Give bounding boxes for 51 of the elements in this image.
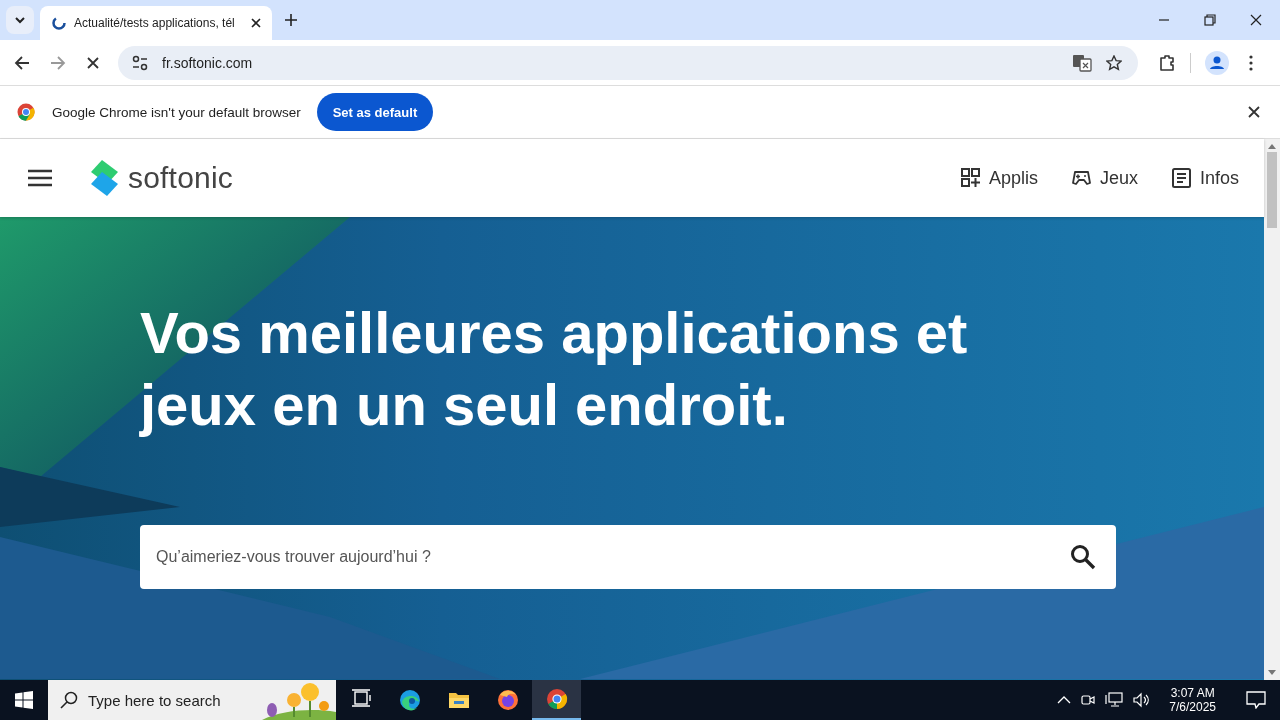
tab-title: Actualité/tests applications, tél [74, 16, 236, 30]
camera-icon[interactable] [1081, 692, 1096, 708]
firefox-browser-icon [496, 689, 519, 711]
address-bar[interactable]: fr.softonic.com [118, 45, 1138, 80]
hero-headline: Vos meilleures applications et jeux en un seul endroit. [140, 299, 969, 439]
nav-link[interactable]: Applis [960, 167, 1038, 189]
browser-tab[interactable]: Actualité/tests applications, tél [40, 6, 272, 40]
search-icon[interactable] [1070, 544, 1096, 570]
forward-icon [50, 54, 66, 71]
gamepad-icon [1071, 168, 1092, 188]
address-text: fr.softonic.com [162, 54, 253, 71]
profile-icon[interactable] [1205, 50, 1229, 75]
search-field[interactable]: Qu’aimeriez-vous trouver aujourd’hui ? [140, 525, 1116, 589]
chrome-logo-icon [17, 103, 35, 121]
search-icon [60, 691, 78, 709]
chrome-browser-icon [545, 688, 568, 710]
scroll-up-icon[interactable] [1268, 143, 1276, 149]
loading-icon [52, 16, 66, 30]
new-tab-icon[interactable] [284, 13, 298, 27]
apps-grid-icon [960, 168, 981, 188]
clock[interactable]: 3:07 AM 7/6/2025 [1169, 686, 1216, 714]
nav-link[interactable]: Infos [1171, 167, 1239, 189]
scrollbar[interactable] [1264, 139, 1280, 680]
infobar-message: Google Chrome isn't your default browser [52, 104, 301, 120]
menu-icon[interactable] [27, 169, 53, 187]
scrollbar-thumb[interactable] [1267, 152, 1277, 228]
translate-icon[interactable] [1072, 53, 1092, 72]
tab-list-icon[interactable] [6, 6, 34, 34]
extensions-icon[interactable] [1158, 53, 1176, 72]
taskbar-search-field[interactable]: Type here to search [48, 680, 336, 720]
close-icon[interactable] [1248, 106, 1260, 118]
network-icon[interactable] [1105, 692, 1124, 708]
bookmark-star-icon[interactable] [1106, 54, 1122, 71]
close-icon[interactable] [1250, 14, 1262, 26]
restore-icon[interactable] [1204, 14, 1216, 26]
edge-browser-icon [398, 689, 421, 711]
logo-text[interactable]: softonic [128, 161, 233, 195]
chevron-up-icon[interactable] [1057, 696, 1072, 704]
notifications-icon[interactable] [1246, 691, 1266, 709]
taskbar-app[interactable] [532, 680, 581, 720]
scroll-down-icon[interactable] [1268, 670, 1276, 676]
nav-link[interactable]: Jeux [1071, 167, 1138, 189]
volume-icon[interactable] [1133, 692, 1152, 708]
stop-icon[interactable] [86, 55, 100, 70]
site-settings-icon[interactable] [132, 54, 148, 71]
close-icon[interactable] [250, 17, 262, 29]
back-icon[interactable] [14, 54, 30, 71]
windows-start-icon[interactable] [15, 691, 33, 709]
document-icon [1171, 168, 1192, 188]
set-default-button[interactable]: Set as default [316, 93, 434, 131]
menu-icon[interactable] [1249, 54, 1253, 71]
